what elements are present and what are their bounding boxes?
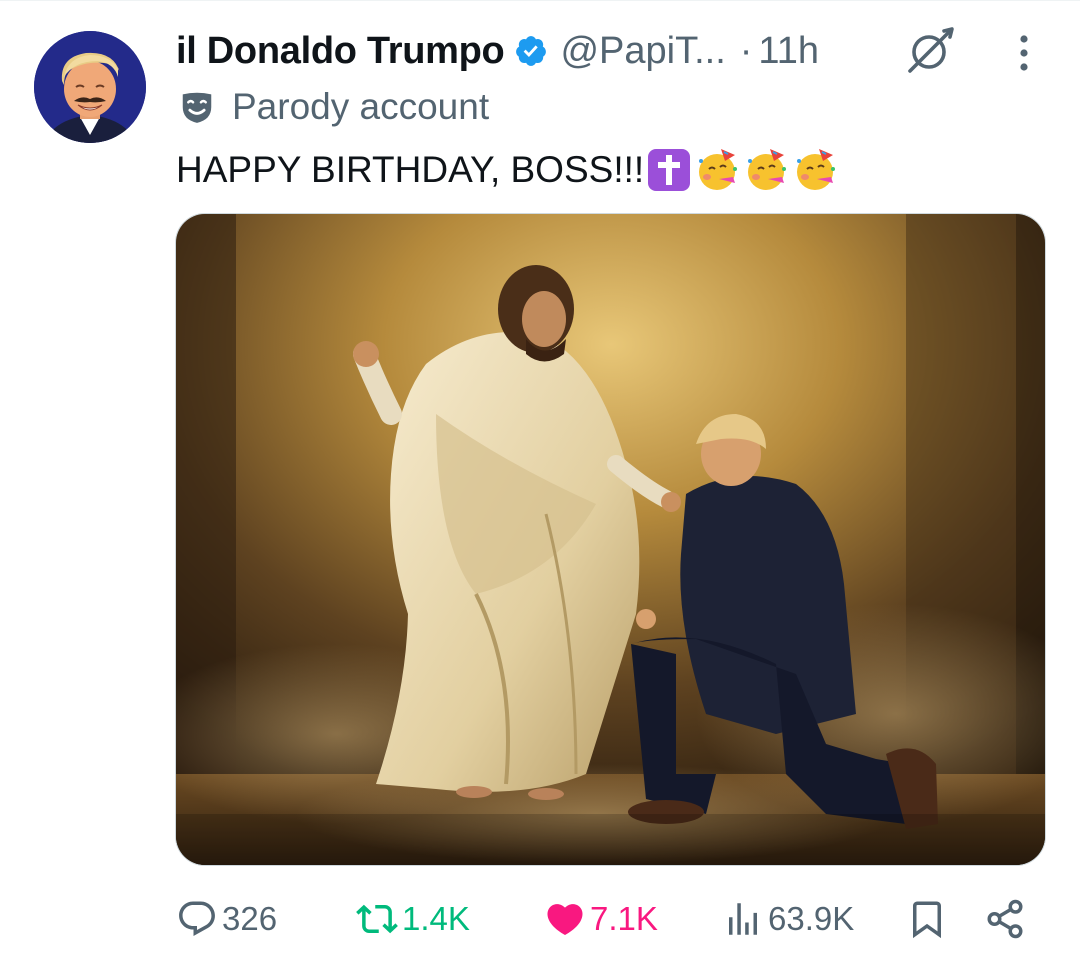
- bookmark-button[interactable]: [906, 891, 952, 947]
- separator-dot: ·: [739, 29, 753, 72]
- tweet-text: HAPPY BIRTHDAY, BOSS!!!: [176, 145, 842, 195]
- reply-icon: [179, 901, 215, 936]
- handle[interactable]: @PapiT...: [560, 30, 725, 73]
- partying-face-emoji: [748, 149, 787, 190]
- share-button[interactable]: [984, 891, 1030, 947]
- repost-icon: [356, 904, 398, 934]
- views-icon: [729, 903, 757, 935]
- avatar[interactable]: [34, 31, 146, 143]
- action-bar: 326 1.4K 7.1K 63.9K: [0, 891, 1080, 947]
- tweet-text-content: HAPPY BIRTHDAY, BOSS!!!: [176, 149, 645, 190]
- views-count: 63.9K: [768, 900, 855, 937]
- like-count: 7.1K: [590, 900, 658, 937]
- partying-face-emoji: [797, 149, 836, 190]
- latin-cross-emoji: [648, 149, 691, 191]
- display-name[interactable]: il Donaldo Trumpo: [176, 30, 505, 73]
- parody-label: Parody account: [178, 85, 489, 129]
- tweet-card[interactable]: il Donaldo Trumpo @PapiT... · 11h Parody…: [0, 0, 1080, 960]
- emoji-row: [646, 147, 842, 193]
- verified-badge-icon[interactable]: [514, 34, 548, 68]
- repost-count: 1.4K: [402, 900, 470, 937]
- share-icon: [987, 899, 1023, 939]
- tweet-header: il Donaldo Trumpo @PapiT... · 11h: [176, 25, 819, 77]
- bookmark-icon: [913, 901, 941, 939]
- parody-label-text: Parody account: [232, 86, 490, 127]
- partying-face-emoji: [699, 149, 738, 190]
- tweet-media-image[interactable]: [175, 213, 1046, 866]
- timestamp[interactable]: 11h: [758, 30, 819, 73]
- reply-count: 326: [222, 900, 278, 937]
- views-button[interactable]: 63.9K: [722, 891, 854, 947]
- like-button[interactable]: 7.1K: [544, 891, 658, 947]
- heart-icon: [547, 904, 583, 936]
- theater-mask-icon: [182, 92, 212, 123]
- reply-button[interactable]: 326: [176, 891, 277, 947]
- grok-icon[interactable]: [904, 25, 956, 77]
- more-vertical-icon[interactable]: [1004, 31, 1044, 75]
- repost-button[interactable]: 1.4K: [356, 891, 470, 947]
